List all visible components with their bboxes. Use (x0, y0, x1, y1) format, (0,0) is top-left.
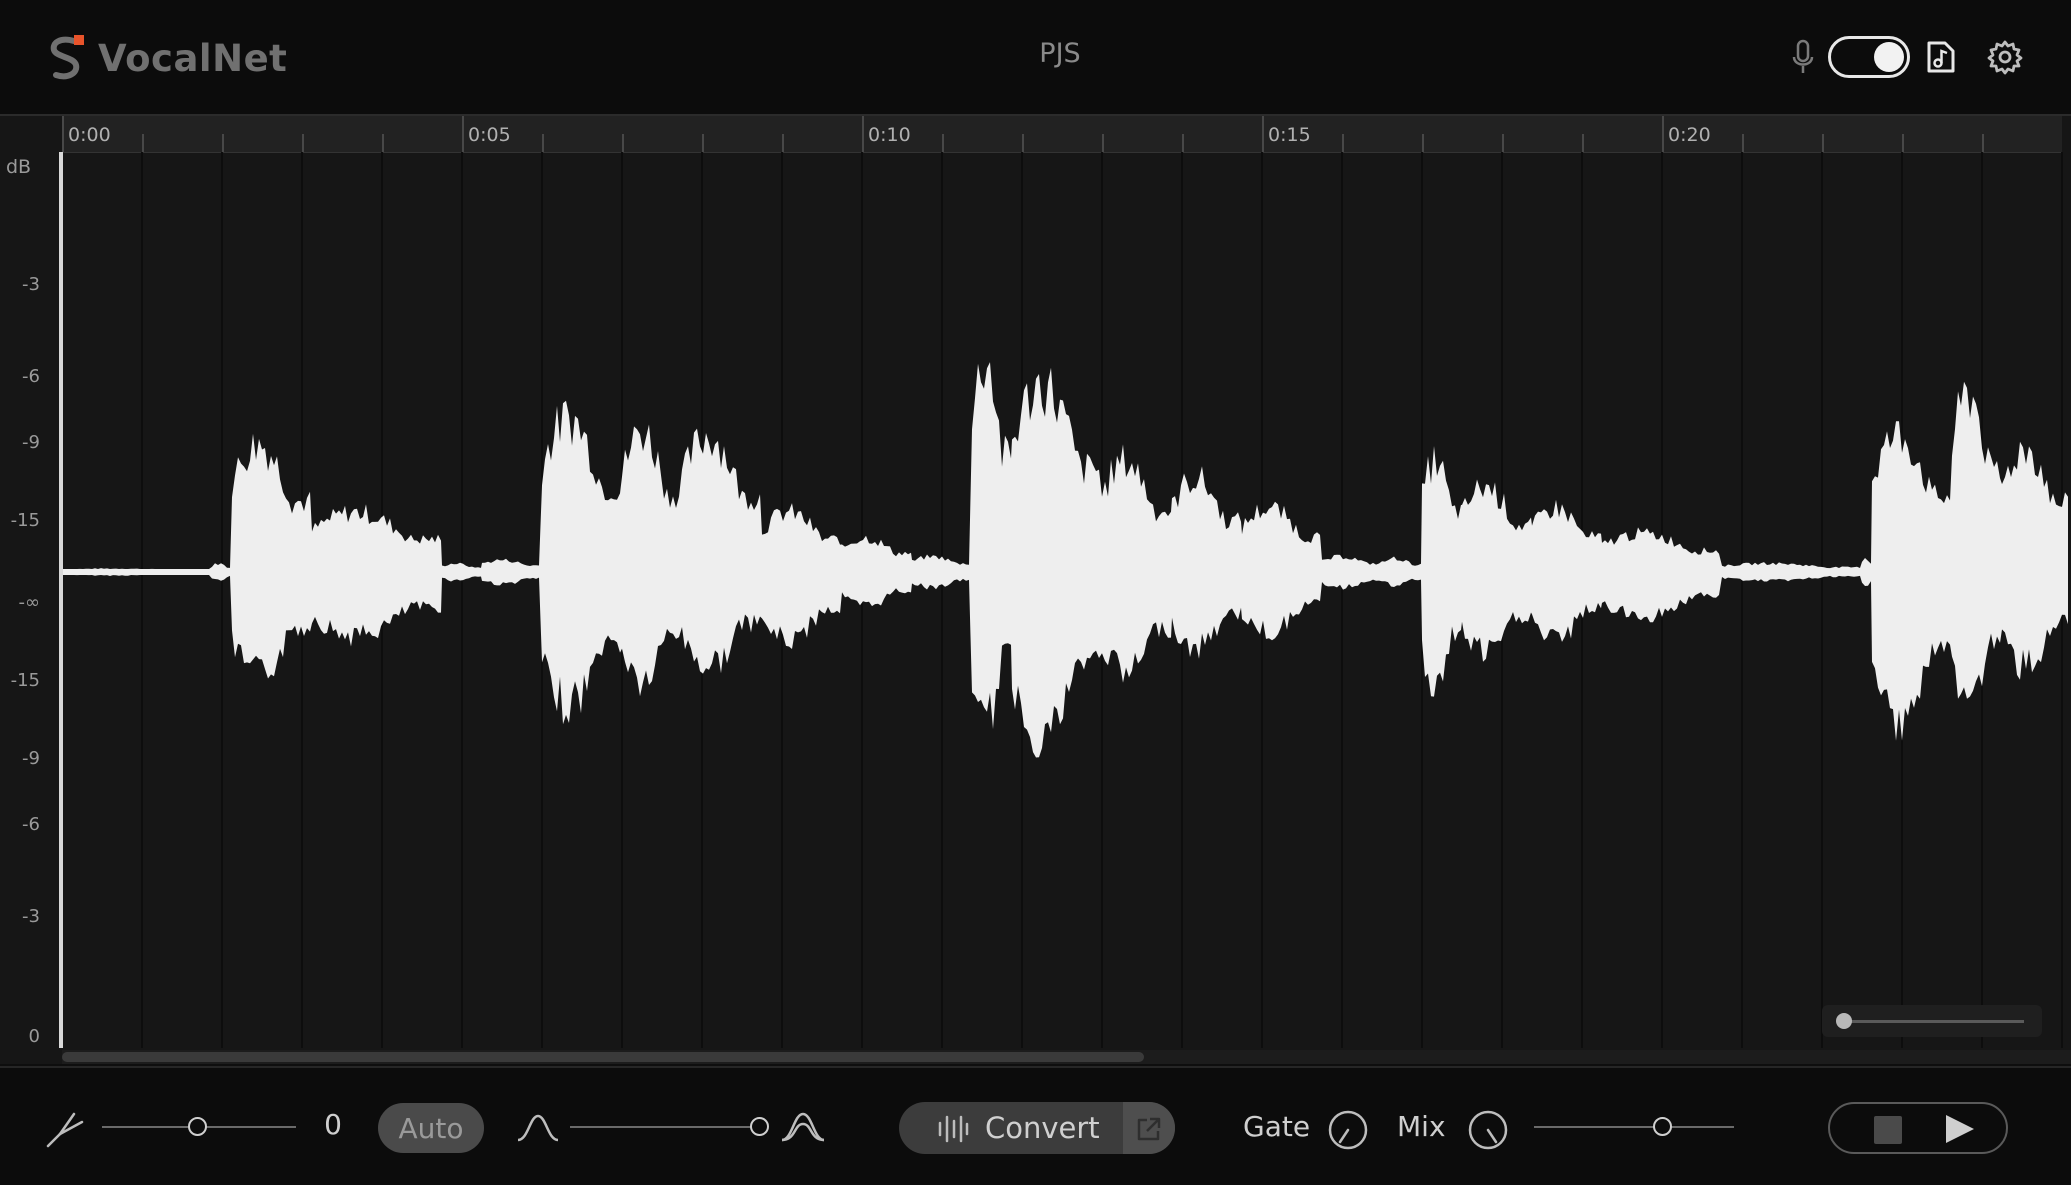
mix-label: Mix (1397, 1110, 1446, 1143)
db-label: -6 (22, 366, 40, 387)
stop-button[interactable] (1874, 1116, 1902, 1144)
db-label: -15 (10, 510, 40, 531)
gear-icon[interactable] (1986, 38, 2024, 76)
time-label: 0:05 (468, 124, 511, 146)
db-label: -9 (22, 748, 40, 769)
tuning-fork-icon (44, 1110, 86, 1154)
db-label: -9 (22, 432, 40, 453)
formant-high-icon (780, 1110, 826, 1146)
timeline-ruler[interactable]: 0:00 0:05 0:10 0:15 0:20 (62, 116, 2062, 153)
toggle-knob (1874, 42, 1904, 72)
mix-knob[interactable] (1468, 1110, 1508, 1154)
audio-waveform[interactable] (62, 152, 2071, 1048)
convert-button[interactable]: Convert (899, 1102, 1175, 1154)
app-logo: VocalNet (44, 30, 287, 86)
pitch-value: 0 (324, 1108, 342, 1141)
db-label: -∞ (18, 592, 41, 613)
db-label: 0 (28, 1026, 40, 1047)
formant-low-icon (516, 1112, 560, 1146)
db-label: -3 (22, 906, 40, 927)
time-label: 0:00 (68, 124, 111, 146)
gate-label: Gate (1243, 1110, 1311, 1143)
time-label: 0:10 (868, 124, 911, 146)
waveform-editor[interactable]: 0:00 0:05 0:10 0:15 0:20 dB -3 -6 -9 -15… (0, 116, 2071, 1064)
play-button[interactable] (1946, 1115, 1974, 1143)
time-label: 0:15 (1268, 124, 1311, 146)
waveform-shape (62, 362, 2068, 758)
app-name: VocalNet (98, 36, 288, 80)
export-button[interactable] (1123, 1102, 1175, 1154)
control-bar: 0 Auto Convert Gate Mix (0, 1066, 2071, 1185)
microphone-icon[interactable] (1788, 38, 1818, 78)
convert-label: Convert (985, 1111, 1100, 1145)
header-bar: VocalNet PJS (0, 0, 2071, 116)
gate-knob[interactable] (1328, 1110, 1368, 1154)
scrollbar-thumb[interactable] (62, 1052, 1144, 1062)
mix-slider-track[interactable] (1534, 1126, 1734, 1128)
db-label: -3 (22, 274, 40, 295)
mix-slider-handle[interactable] (1653, 1117, 1672, 1136)
vocalnet-logo-icon (50, 35, 84, 80)
db-scale: dB -3 -6 -9 -15 -∞ -15 -9 -6 -3 0 (0, 152, 60, 1064)
formant-slider-track[interactable] (570, 1126, 760, 1128)
db-label: -15 (10, 670, 40, 691)
export-icon (1137, 1117, 1161, 1141)
auto-button[interactable]: Auto (378, 1103, 484, 1153)
time-label: 0:20 (1668, 124, 1711, 146)
waveform-icon (938, 1115, 969, 1143)
zoom-track (1846, 1020, 2024, 1023)
transport-controls (1828, 1102, 2008, 1154)
zoom-handle[interactable] (1836, 1013, 1852, 1029)
ruler-ticks (62, 116, 1984, 152)
zoom-slider[interactable] (1822, 1005, 2042, 1037)
db-label: -6 (22, 814, 40, 835)
music-file-icon[interactable] (1924, 38, 1958, 76)
formant-slider-handle[interactable] (750, 1117, 769, 1136)
pitch-slider-handle[interactable] (188, 1117, 207, 1136)
input-mode-toggle[interactable] (1828, 36, 1910, 78)
db-unit-label: dB (6, 156, 32, 178)
playhead-cursor[interactable] (59, 152, 63, 1048)
project-title: PJS (1039, 38, 1081, 69)
